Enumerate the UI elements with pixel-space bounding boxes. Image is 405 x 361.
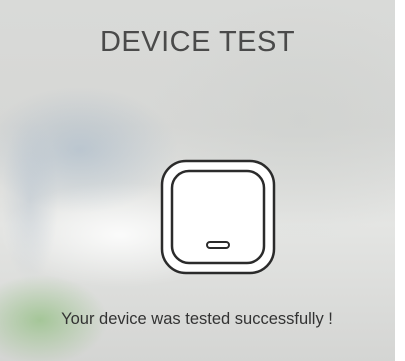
- device-test-screen: DEVICE TEST Your device was tested succe…: [0, 0, 405, 361]
- success-message: Your device was tested successfully !: [61, 310, 333, 328]
- page-title: DEVICE TEST: [99, 26, 296, 58]
- background-panel: DEVICE TEST Your device was tested succe…: [0, 0, 395, 361]
- smart-switch-device-icon: [159, 158, 277, 276]
